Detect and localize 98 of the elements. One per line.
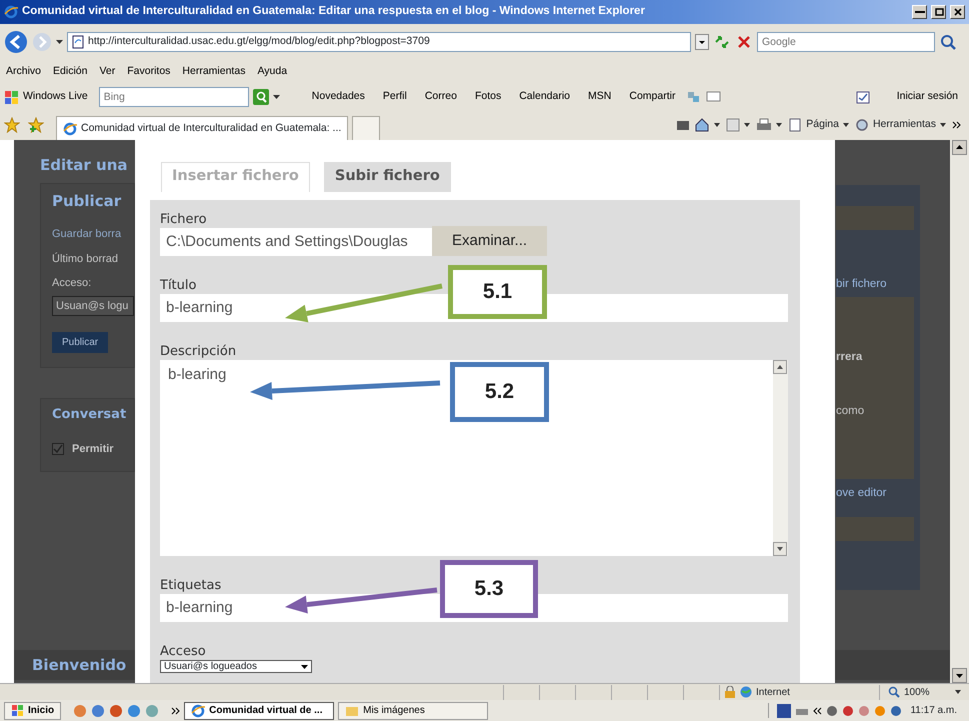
brand-link[interactable]: Windows Live (23, 89, 95, 105)
window-title: Comunidad virtual de Interculturalidad en Guatemala: Editar una respuesta en el blog - Windows Internet Explorer (22, 4, 646, 20)
minimize-icon (914, 10, 924, 13)
toolbar-link[interactable]: Compartir (622, 89, 682, 105)
menu-item[interactable]: Herramientas (176, 64, 252, 80)
field-label: Etiquetas (160, 578, 222, 594)
body-text: rrera (836, 350, 864, 366)
callout-label: 5.2 (450, 362, 549, 422)
callout-label: 5.1 (448, 265, 547, 319)
toolbar-link[interactable]: Novedades (304, 89, 372, 105)
toolbar-link[interactable]: Fotos (468, 89, 508, 105)
toolbar-link[interactable]: MSN (581, 89, 618, 105)
search-field[interactable]: Google (757, 32, 935, 52)
url-text: http://interculturalidad.usac.edu.gt/elgg/mod/blog/edit.php?blogpost=3709 (88, 34, 430, 50)
bing-search-field[interactable]: Bing (98, 87, 249, 107)
field-label: Descripción (160, 344, 236, 360)
search-go-icon[interactable] (252, 89, 269, 105)
maximize-button[interactable] (931, 5, 946, 19)
chevron-icon[interactable] (952, 121, 961, 129)
body-text: como (836, 404, 866, 418)
file-path-field[interactable]: C:\Documents and Settings\Douglas (160, 228, 432, 256)
dropdown-icon[interactable] (695, 34, 709, 50)
caret-icon[interactable] (714, 123, 722, 127)
add-favorite-icon[interactable] (28, 117, 44, 133)
close-button[interactable] (950, 5, 965, 19)
close-icon (952, 6, 962, 17)
sign-in-link[interactable]: Iniciar sesión (890, 89, 965, 105)
caret-icon[interactable] (56, 40, 63, 44)
field-label: Fichero (160, 212, 207, 228)
checkbox-label: Permitir (72, 442, 114, 456)
page-heading: Editar una (40, 155, 129, 176)
scroll-down-icon[interactable] (952, 668, 967, 683)
checkbox-icon[interactable] (856, 90, 870, 104)
field-label: Acceso (160, 644, 206, 660)
lock-icon (724, 686, 736, 698)
print-icon[interactable] (756, 118, 772, 132)
caret-icon (842, 123, 851, 127)
caret-icon (955, 690, 961, 694)
caret-icon[interactable] (776, 123, 784, 127)
draft-status-text: Último borrad (52, 252, 120, 266)
scroll-up-icon[interactable] (952, 140, 967, 155)
toolbar-menu[interactable]: Página (788, 117, 851, 133)
field-value: b-learing (168, 365, 226, 385)
windows-logo-icon (11, 704, 24, 717)
caret-icon[interactable] (744, 123, 752, 127)
menu-item[interactable]: Ver (93, 64, 122, 80)
menu-item[interactable]: Archivo (0, 64, 48, 80)
tray-icon[interactable] (890, 704, 902, 716)
checkbox-icon[interactable] (52, 442, 64, 455)
link-text[interactable]: bir fichero (836, 276, 920, 294)
toolbar-menu[interactable]: Herramientas (854, 117, 948, 133)
globe-icon (740, 686, 752, 698)
menu-item[interactable]: Edición (47, 64, 94, 80)
menu-item[interactable]: Favoritos (121, 64, 176, 80)
publish-button[interactable]: Publicar (52, 332, 108, 353)
tray-icon[interactable] (842, 704, 854, 716)
toolbar-link[interactable]: Calendario (512, 89, 578, 105)
field-label: Título (160, 278, 196, 294)
menu-item[interactable]: Ayuda (251, 64, 294, 80)
page-icon (788, 118, 802, 132)
chevron-icon[interactable] (171, 706, 180, 714)
zone-text: Internet (756, 686, 790, 700)
scrollbar[interactable] (950, 140, 969, 683)
caret-icon[interactable] (272, 95, 283, 99)
scroll-down-icon[interactable] (773, 542, 787, 556)
save-draft-link[interactable]: Guardar borra (52, 220, 134, 242)
back-icon[interactable] (4, 30, 28, 54)
panel-title: Conversat (52, 406, 128, 424)
callout-label: 5.3 (440, 560, 538, 618)
page-icon (72, 35, 84, 49)
minimize-button[interactable] (912, 5, 927, 19)
access-select[interactable]: Usuari@s logueados (160, 660, 312, 673)
caret-icon (940, 123, 948, 127)
scroll-up-icon[interactable] (773, 360, 787, 374)
clock-text: 11:17 a.m. (910, 704, 957, 718)
windows-logo-icon (4, 90, 19, 104)
section-heading: Bienvenido (32, 654, 126, 676)
taskbar-button[interactable]: Comunidad virtual de ... (184, 702, 334, 720)
tab-title: Comunidad virtual de Interculturalidad en Guatemala: ... (81, 120, 342, 136)
access-label: Acceso: (52, 276, 92, 291)
link-text[interactable]: ove editor (836, 485, 920, 502)
dialog-tab[interactable]: Subir fichero (324, 162, 451, 192)
home-icon[interactable] (694, 117, 710, 133)
taskbar-button[interactable]: Mis imágenes (338, 702, 488, 720)
tray-icon[interactable] (826, 704, 838, 716)
zoom-icon (888, 686, 900, 698)
browser-tab[interactable]: Comunidad virtual de Interculturalidad en Guatemala: ... (56, 116, 348, 140)
browse-button[interactable]: Examinar... (432, 226, 548, 256)
start-button[interactable]: Inicio (4, 702, 62, 720)
star-icon[interactable] (4, 117, 20, 133)
panel-title: Publicar (52, 190, 122, 212)
caret-icon (301, 664, 308, 668)
maximize-icon (934, 6, 944, 17)
toolbar-link[interactable]: Correo (418, 89, 464, 105)
toolbar-link[interactable]: Perfil (376, 89, 414, 105)
access-select[interactable]: Usuan@s logu (52, 296, 134, 316)
address-field[interactable]: http://interculturalidad.usac.edu.gt/elgg/mod/blog/edit.php?blogpost=3709 (67, 32, 691, 52)
chevron-icon[interactable] (813, 706, 822, 714)
